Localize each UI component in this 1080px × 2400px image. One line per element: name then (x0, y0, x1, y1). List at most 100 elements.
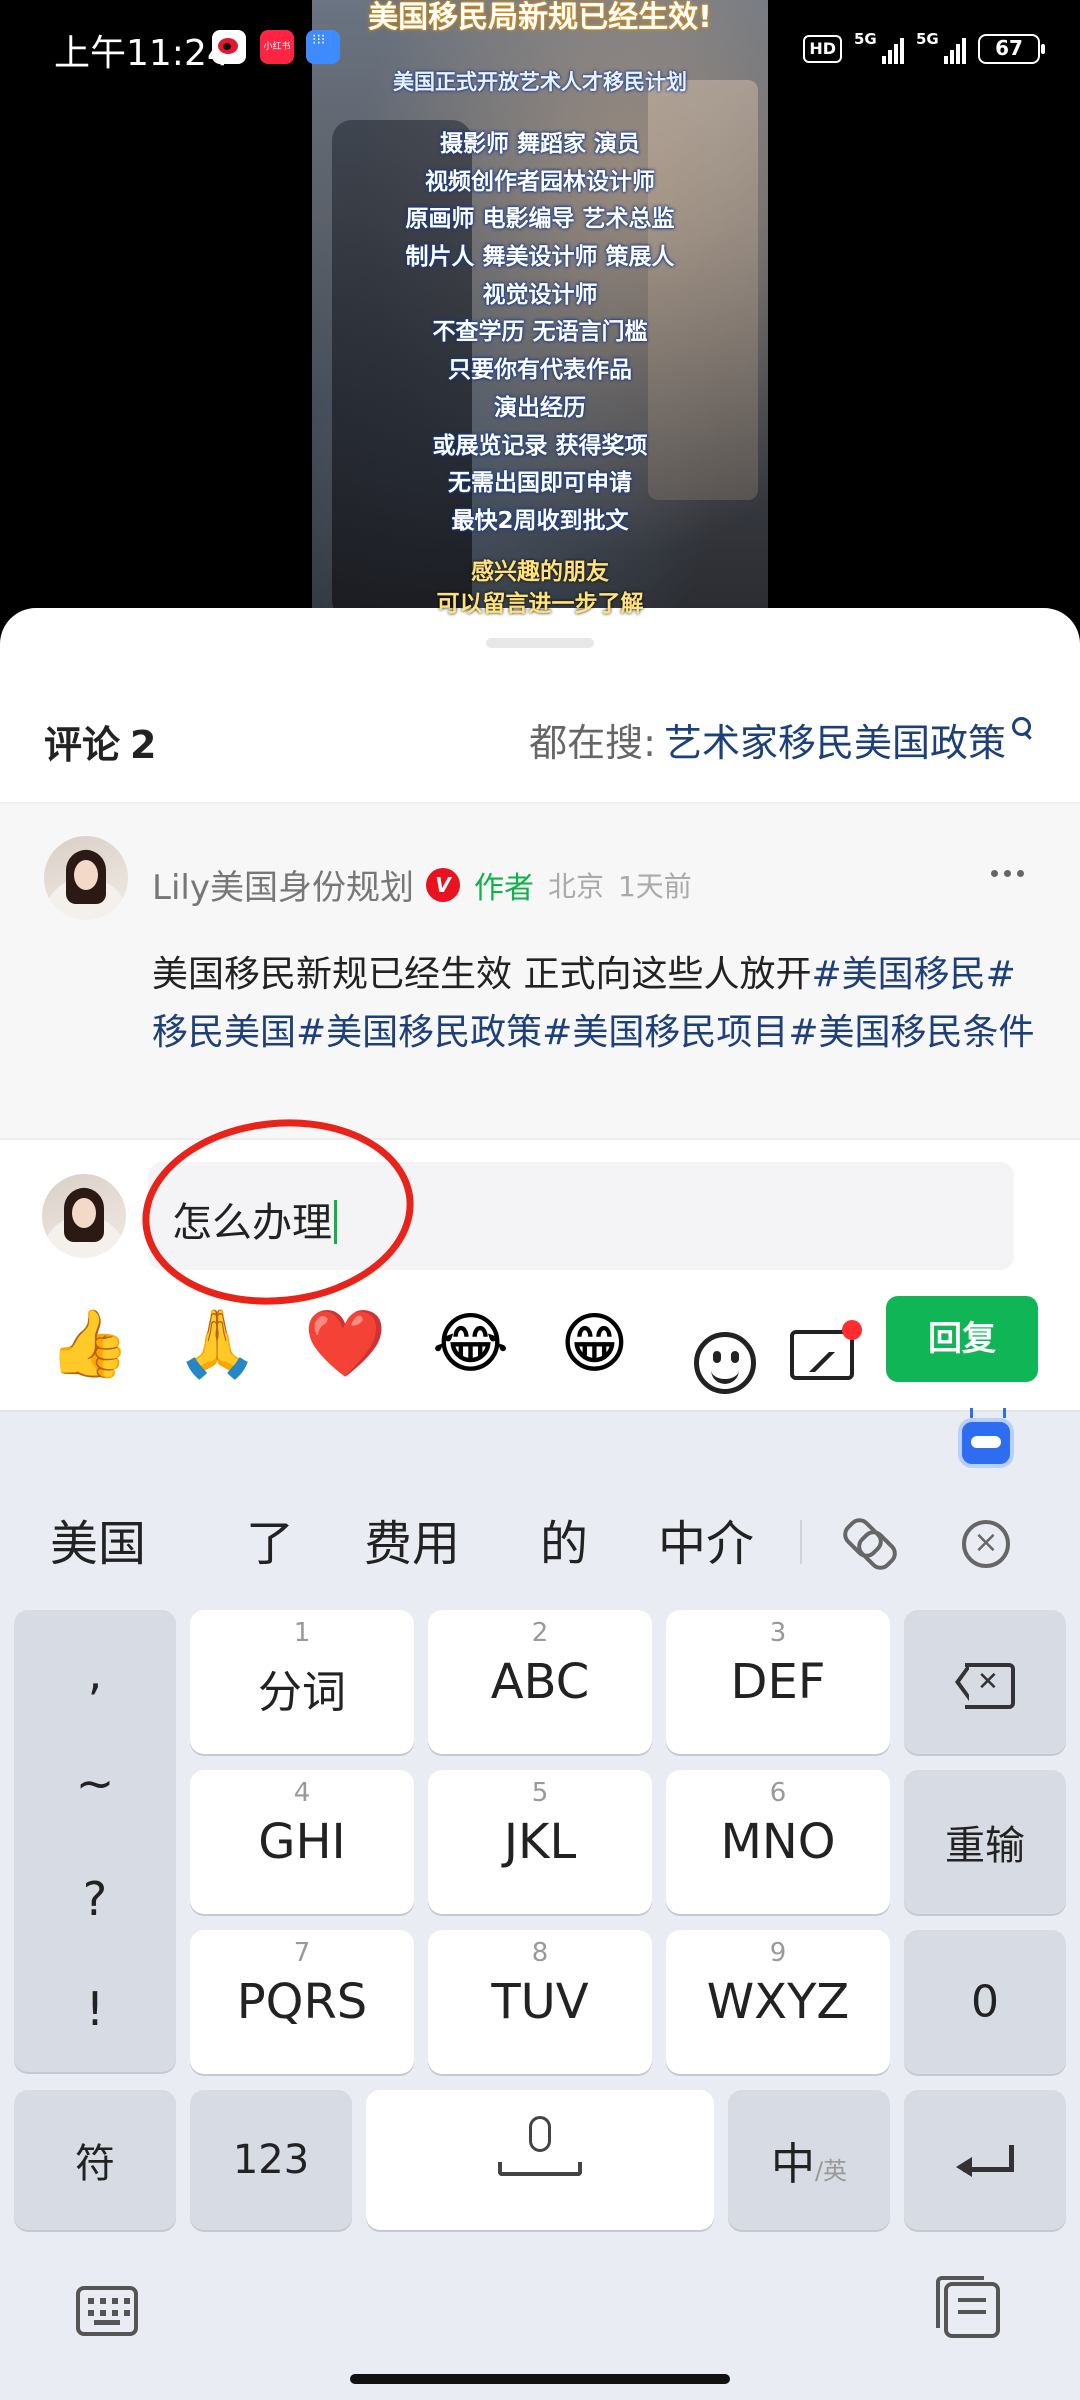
key-label: 重输 (945, 1823, 1025, 1869)
pray-icon[interactable]: 🙏 (176, 1304, 258, 1384)
signal-icon: 5G (916, 30, 966, 64)
enter-key[interactable] (904, 2090, 1066, 2230)
reinput-key[interactable]: 重输 (904, 1770, 1066, 1914)
candidate-word[interactable]: 中介 (658, 1504, 754, 1574)
key-label: 符 (75, 2141, 115, 2187)
candidate-separator (800, 1520, 802, 1564)
punct-key[interactable]: ~ (14, 1756, 176, 1810)
punctuation-column[interactable]: , ~ ? ! (14, 1610, 176, 2072)
home-indicator[interactable] (350, 2374, 730, 2384)
xiaohongshu-icon: 小红书 (260, 30, 294, 64)
key-8[interactable]: 8 TUV (428, 1930, 652, 2074)
video-line: 制片人 舞美设计师 策展人 (405, 244, 675, 271)
comment-item[interactable]: Lily美国身份规划 V 作者 北京 1天前 美国移民新规已经生效 正式向这些人… (0, 804, 1080, 1138)
thumbs-up-icon[interactable]: 👍 (48, 1304, 130, 1384)
key-number: 1 (293, 1618, 311, 1648)
key-number: 9 (769, 1938, 787, 1968)
backspace-icon (955, 1663, 1015, 1709)
numbers-key[interactable]: 123 (190, 2090, 352, 2230)
comment-location: 北京 (547, 869, 604, 903)
key-label: DEF (730, 1654, 826, 1710)
text-caret (334, 1200, 337, 1244)
avatar[interactable] (44, 836, 128, 920)
comments-header: 评论 2 都在搜: 艺术家移民美国政策 (0, 676, 1080, 794)
video-bottom-text: 感兴趣的朋友 可以留言进一步了解 (312, 556, 768, 620)
backspace-key[interactable] (904, 1610, 1066, 1754)
video-bottom-line: 可以留言进一步了解 (436, 591, 644, 617)
verified-icon: V (425, 867, 460, 902)
key-number: 2 (531, 1618, 549, 1648)
key-0[interactable]: 0 (904, 1930, 1066, 2074)
close-icon[interactable]: × (962, 1520, 1010, 1568)
weibo-icon (212, 30, 246, 64)
more-options-icon[interactable] (991, 870, 1024, 877)
candidate-word[interactable]: 费用 (364, 1504, 460, 1574)
key-7[interactable]: 7 PQRS (190, 1930, 414, 2074)
key-number: 3 (769, 1618, 787, 1648)
key-number: 7 (293, 1938, 311, 1968)
grin-icon[interactable]: 😁 (560, 1304, 629, 1384)
link-icon[interactable] (840, 1514, 892, 1566)
candidate-word[interactable]: 的 (540, 1504, 588, 1574)
divider (0, 1138, 1080, 1140)
status-time: 上午11:24 (54, 33, 230, 74)
sheet-drag-handle[interactable] (486, 638, 594, 648)
key-label: TUV (491, 1974, 589, 2030)
comments-count: 评论 2 (44, 714, 156, 769)
laugh-cry-icon[interactable]: 😂 (432, 1304, 509, 1384)
key-label: ABC (490, 1654, 590, 1710)
candidate-word[interactable]: 了 (246, 1504, 294, 1574)
reply-button[interactable]: 回复 (886, 1296, 1038, 1382)
signal-icon: 5G (854, 30, 904, 64)
key-label: PQRS (236, 1974, 368, 2030)
video-line: 原画师 电影编导 艺术总监 (405, 206, 675, 233)
avatar (42, 1174, 126, 1258)
key-label: JKL (503, 1814, 577, 1870)
key-2[interactable]: 2 ABC (428, 1610, 652, 1754)
key-label: MNO (720, 1814, 836, 1870)
key-label: 中/英 (728, 2128, 890, 2192)
video-line: 或展览记录 获得奖项 (432, 432, 648, 459)
image-badge (842, 1320, 862, 1340)
video-line: 只要你有代表作品 (448, 357, 632, 384)
smile-icon[interactable] (694, 1332, 756, 1394)
reply-input[interactable]: 怎么办理 (148, 1162, 1014, 1270)
clipboard-icon[interactable] (936, 2276, 1000, 2338)
key-4[interactable]: 4 GHI (190, 1770, 414, 1914)
punct-key[interactable]: ! (14, 1982, 176, 2036)
candidate-word[interactable]: 美国 (50, 1504, 146, 1574)
language-switch-key[interactable]: 中/英 (728, 2090, 890, 2230)
key-3[interactable]: 3 DEF (666, 1610, 890, 1754)
search-keyword[interactable]: 艺术家移民美国政策 (664, 712, 1006, 767)
video-text-lines: 摄影师 舞蹈家 演员 视频创作者园林设计师 原画师 电影编导 艺术总监 制片人 … (312, 126, 768, 541)
key-number: 8 (531, 1938, 549, 1968)
space-icon (498, 2162, 582, 2176)
space-key[interactable] (366, 2090, 714, 2230)
key-number: 5 (531, 1778, 549, 1808)
video-line: 摄影师 舞蹈家 演员 (439, 131, 640, 157)
lang-alt: /英 (814, 2157, 848, 2185)
search-prefix: 都在搜: (529, 721, 656, 765)
status-right-group: HD 5G 5G 67 (803, 30, 1045, 66)
video-line: 视频创作者园林设计师 (425, 168, 655, 195)
key-1[interactable]: 1 分词 (190, 1610, 414, 1754)
key-6[interactable]: 6 MNO (666, 1770, 890, 1914)
video-line: 最快2周收到批文 (451, 507, 629, 534)
search-suggestion[interactable]: 都在搜: 艺术家移民美国政策 (529, 712, 1036, 767)
heart-icon[interactable]: ❤️ (304, 1304, 386, 1384)
key-9[interactable]: 9 WXYZ (666, 1930, 890, 2074)
video-line: 视觉设计师 (482, 281, 598, 308)
comment-time: 1天前 (617, 869, 692, 903)
punct-key[interactable]: ? (14, 1872, 176, 1926)
signal-label: 5G (916, 30, 939, 48)
signal-label: 5G (854, 30, 877, 48)
status-bar: 上午11:24 小红书 HD 5G 5G 67 (0, 0, 1080, 96)
punct-key[interactable]: , (14, 1646, 176, 1700)
battery-icon: 67 (978, 34, 1045, 64)
comment-username[interactable]: Lily美国身份规划 (152, 860, 414, 909)
symbols-key[interactable]: 符 (14, 2090, 176, 2230)
comment-text-plain: 美国移民新规已经生效 正式向这些人放开 (152, 954, 812, 995)
key-5[interactable]: 5 JKL (428, 1770, 652, 1914)
assistant-robot-icon[interactable] (958, 1408, 1014, 1468)
keyboard-switch-icon[interactable] (76, 2286, 138, 2336)
